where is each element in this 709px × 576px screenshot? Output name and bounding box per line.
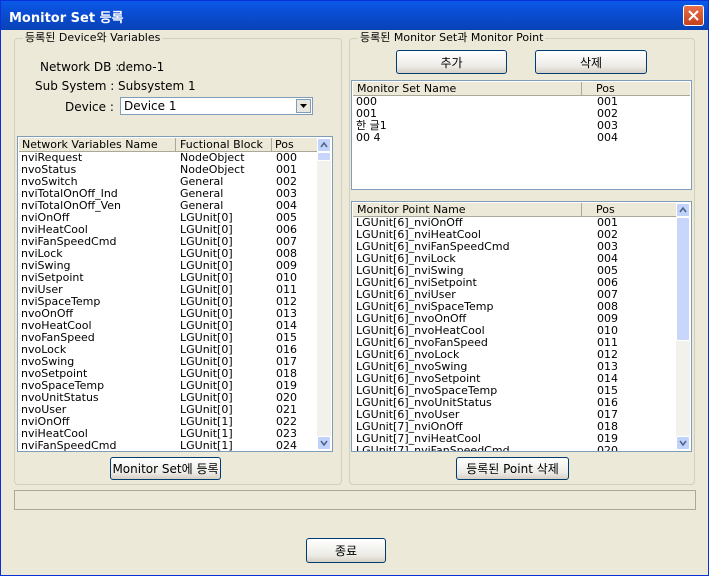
- list-cell: 020: [597, 444, 618, 452]
- status-bar: [14, 490, 696, 510]
- add-button[interactable]: 추가: [396, 50, 507, 74]
- col-header-monitor-point-name[interactable]: Monitor Point Name: [357, 203, 466, 216]
- monitor-point-scrollbar[interactable]: [676, 203, 690, 450]
- monitor-set-point-legend: 등록된 Monitor Set과 Monitor Point: [358, 31, 546, 45]
- scroll-thumb[interactable]: [317, 152, 331, 161]
- col-header-pos[interactable]: Pos: [275, 138, 294, 151]
- window-close-button[interactable]: [683, 5, 704, 26]
- delete-button[interactable]: 삭제: [535, 50, 647, 74]
- register-monitor-set-button[interactable]: Monitor Set에 등록: [110, 457, 221, 480]
- list-cell: 00 4: [356, 131, 381, 144]
- chevron-down-icon: [300, 104, 307, 108]
- sub-system-label: Sub System :: [35, 79, 115, 93]
- col-header-functional-block[interactable]: Fuctional Block: [180, 138, 263, 151]
- network-db-value: demo-1: [118, 60, 165, 74]
- list-cell: 024: [276, 439, 297, 452]
- col-header-point-pos[interactable]: Pos: [596, 203, 615, 216]
- variables-list[interactable]: Network Variables Name Fuctional Block P…: [17, 136, 333, 452]
- monitor-set-window: Monitor Set 등록 등록된 Device와 Variables Net…: [0, 0, 709, 576]
- monitor-point-list[interactable]: Monitor Point Name Pos LGUnit[6]_nviOnOf…: [351, 201, 692, 452]
- network-db-label: Network DB :: [40, 60, 120, 74]
- close-icon: [688, 10, 699, 21]
- col-header-monitor-set-name[interactable]: Monitor Set Name: [357, 82, 456, 95]
- scroll-up-icon: [320, 141, 328, 148]
- scroll-up-icon: [679, 206, 687, 213]
- variables-scrollbar[interactable]: [317, 138, 331, 450]
- sub-system-value: Subsystem 1: [118, 79, 196, 93]
- scroll-up-button[interactable]: [676, 203, 690, 217]
- monitor-set-list[interactable]: Monitor Set Name Pos 000 001 001 002 한 글1 003…: [351, 80, 692, 190]
- col-header-variable-name[interactable]: Network Variables Name: [22, 138, 158, 151]
- scroll-down-icon: [320, 440, 328, 447]
- device-select-value: Device 1: [124, 99, 177, 113]
- close-dialog-button[interactable]: 종료: [306, 538, 386, 563]
- delete-registered-point-button[interactable]: 등록된 Point 삭제: [456, 457, 569, 480]
- list-cell: LGUnit[1]: [180, 439, 233, 452]
- window-title: Monitor Set 등록: [9, 11, 124, 26]
- device-variables-legend: 등록된 Device와 Variables: [23, 31, 163, 45]
- list-cell: nviFanSpeedCmd: [21, 439, 117, 452]
- scroll-down-icon: [679, 440, 687, 447]
- monitor-set-list-header: Monitor Set Name Pos: [353, 82, 690, 96]
- device-select[interactable]: Device 1: [120, 97, 313, 115]
- col-header-set-pos[interactable]: Pos: [596, 82, 615, 95]
- device-dropdown-button[interactable]: [296, 99, 311, 113]
- list-cell: LGUnit[7]_nviFanSpeedCmd: [356, 444, 510, 452]
- list-cell: 004: [597, 131, 618, 144]
- scroll-thumb[interactable]: [676, 217, 690, 341]
- monitor-point-list-header: Monitor Point Name Pos: [353, 203, 690, 217]
- scroll-down-button[interactable]: [317, 436, 331, 450]
- title-bar[interactable]: Monitor Set 등록: [1, 1, 708, 30]
- device-label: Device :: [65, 100, 114, 114]
- scroll-down-button[interactable]: [676, 436, 690, 450]
- scroll-up-button[interactable]: [317, 138, 331, 152]
- variables-list-header: Network Variables Name Fuctional Block P…: [19, 138, 331, 152]
